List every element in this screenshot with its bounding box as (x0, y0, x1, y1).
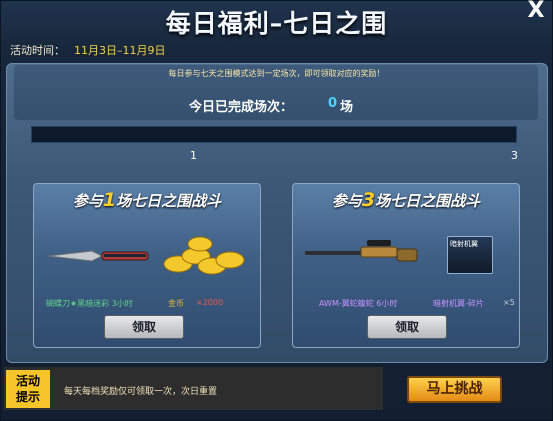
card-1-title-post: 场七日之围战斗 (116, 192, 222, 210)
progress-tick-3: 3 (511, 149, 518, 162)
card-2-item-2: 暗射机翼-碎片 (433, 299, 484, 308)
card-2-title-pre: 参与 (331, 192, 362, 210)
card-2-title: 参与3场七日之围战斗 (293, 189, 519, 211)
card-1-item-2: 金币 (168, 299, 184, 308)
card-1-item-1: 蝴蝶刀★黑暗迷彩 3小时 (46, 299, 133, 308)
reward-card-1: 参与1场七日之围战斗 蝴蝶刀★黑暗迷彩 3小时 金币 ×2000 领取 (33, 183, 261, 348)
butterfly-knife-icon (47, 250, 149, 262)
card-1-title-num: 1 (102, 189, 117, 211)
card-1-title-pre: 参与 (72, 192, 103, 210)
footer-tip: 每天每档奖励仅可领取一次，次日重置 (64, 387, 218, 397)
progress-unit: 场 (340, 100, 354, 115)
event-time-value: 11月3日–11月9日 (74, 44, 166, 57)
card-2-title-num: 3 (361, 189, 376, 211)
challenge-button[interactable]: 马上挑战 (407, 376, 502, 403)
page-title: 每日福利–七日之围 (165, 9, 388, 38)
card-2-title-post: 场七日之围战斗 (375, 192, 481, 210)
event-time-label: 活动时间： (10, 44, 65, 57)
card-2-item-1: AWM-翼蛇蝮蛇 6小时 (319, 299, 398, 308)
progress-count: 0 (328, 96, 338, 111)
event-tip-badge-text: 活动提示 (15, 374, 40, 404)
event-tip-badge: 活动提示 (6, 370, 50, 408)
progress-tick-1: 1 (190, 149, 197, 162)
claim-button-1[interactable]: 领取 (104, 315, 184, 339)
reward-card-2: 参与3场七日之围战斗 暗射机翼 AWM-翼蛇蝮蛇 6小时 暗射机翼-碎片 ×5 … (292, 183, 520, 348)
card-1-title: 参与1场七日之围战斗 (34, 189, 260, 211)
card-2-item-2-qty: ×5 (503, 298, 515, 307)
awm-rifle-icon (305, 240, 418, 262)
claim-button-2[interactable]: 领取 (367, 315, 447, 339)
gold-coins-icon (163, 236, 245, 275)
close-icon[interactable]: X (525, 0, 547, 22)
card-1-item-2-qty: ×2000 (196, 298, 224, 307)
notice-text: 每日参与七天之围模式达到一定场次，即可领取对应的奖励！ (168, 69, 385, 78)
wing-fragment-icon: 暗射机翼 (447, 236, 493, 274)
progress-label: 今日已完成场次： (189, 100, 294, 115)
wing-fragment-badge-text: 暗射机翼 (450, 240, 478, 248)
progress-bar (31, 126, 517, 143)
